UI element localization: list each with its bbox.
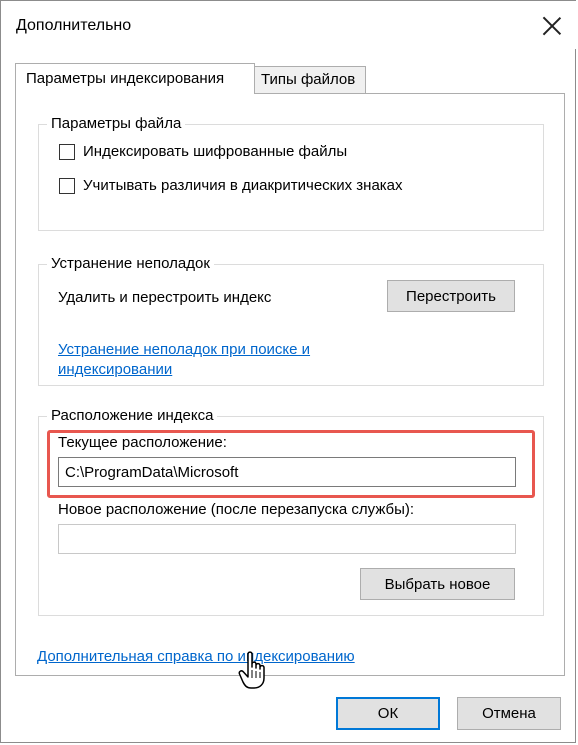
- index-location-legend: Расположение индекса: [47, 407, 218, 424]
- select-new-button[interactable]: Выбрать новое: [360, 568, 515, 600]
- cancel-button[interactable]: Отмена: [457, 697, 561, 730]
- file-settings-legend: Параметры файла: [47, 115, 186, 132]
- highlight-box: [47, 430, 535, 498]
- troubleshoot-search-link[interactable]: Устранение неполадок при поиске и индекс…: [58, 340, 310, 380]
- ok-button[interactable]: ОК: [336, 697, 440, 730]
- rebuild-index-text: Удалить и перестроить индекс: [58, 289, 272, 306]
- tab-panel: Параметры файла Индексировать шифрованны…: [15, 93, 565, 676]
- diacritics-checkbox[interactable]: [59, 178, 75, 194]
- diacritics-label[interactable]: Учитывать различия в диакритических знак…: [83, 177, 403, 194]
- tab-file-types-label: Типы файлов: [261, 71, 356, 88]
- new-location-label: Новое расположение (после перезапуска сл…: [58, 501, 415, 518]
- close-icon[interactable]: [537, 11, 567, 41]
- new-location-field[interactable]: [58, 524, 516, 554]
- encrypted-files-label[interactable]: Индексировать шифрованные файлы: [83, 143, 347, 160]
- troubleshoot-link-line1[interactable]: Устранение неполадок при поиске и: [58, 341, 310, 358]
- window-title: Дополнительно: [16, 17, 132, 34]
- file-settings-group: Параметры файла Индексировать шифрованны…: [38, 115, 544, 231]
- troubleshooting-legend: Устранение неполадок: [47, 255, 214, 272]
- indexing-help-link[interactable]: Дополнительная справка по индексированию: [37, 647, 355, 667]
- tab-index-settings-label: Параметры индексирования: [26, 70, 225, 87]
- rebuild-button[interactable]: Перестроить: [387, 280, 515, 312]
- encrypted-files-checkbox[interactable]: [59, 144, 75, 160]
- hand-cursor-icon: [238, 650, 272, 690]
- tab-file-types[interactable]: Типы файлов: [254, 66, 366, 94]
- troubleshoot-link-line2[interactable]: индексировании: [58, 361, 172, 378]
- advanced-options-dialog: Дополнительно Параметры индексирования Т…: [0, 0, 577, 743]
- troubleshooting-group: Устранение неполадок Удалить и перестрои…: [38, 255, 544, 386]
- title-bar: Дополнительно: [1, 1, 577, 49]
- tab-index-settings[interactable]: Параметры индексирования: [15, 63, 255, 94]
